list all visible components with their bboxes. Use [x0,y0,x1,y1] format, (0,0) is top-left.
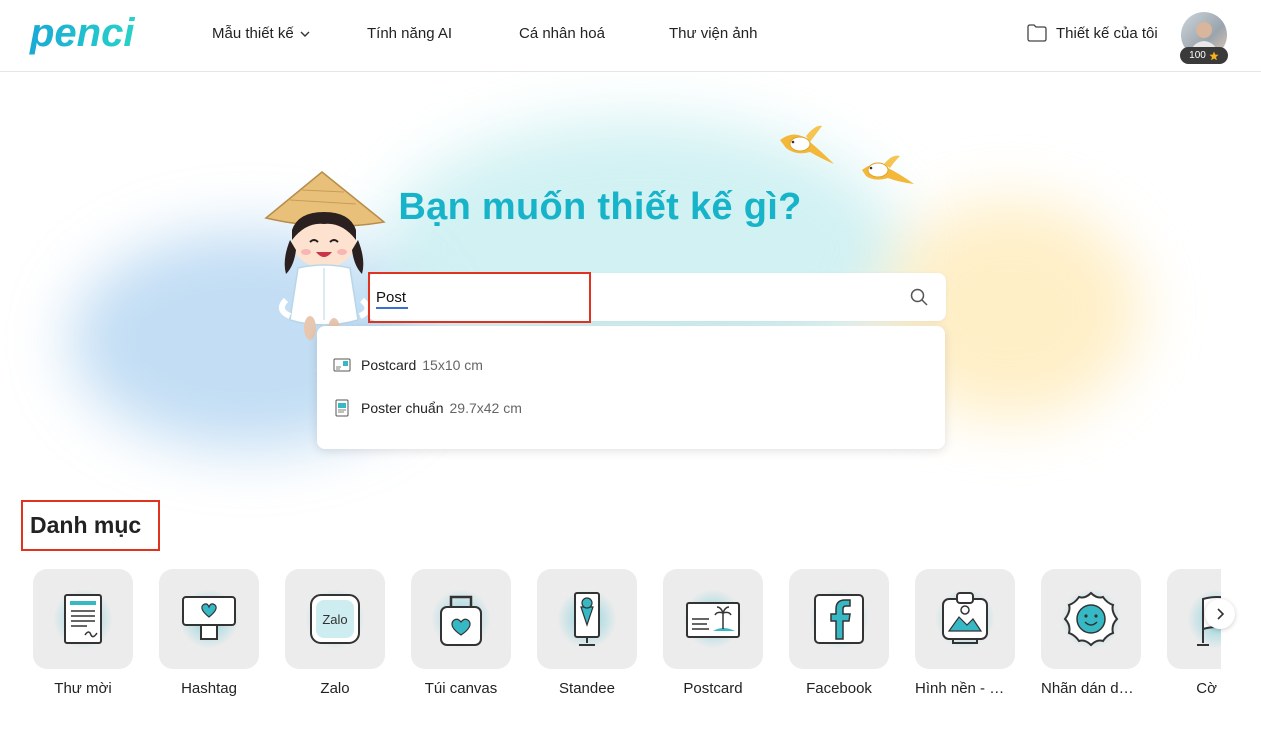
my-designs-label: Thiết kế của tôi [1056,24,1158,42]
facebook-icon [814,594,864,644]
my-designs-link[interactable]: Thiết kế của tôi [1026,23,1158,43]
category-item-postcard[interactable]: Postcard [663,569,763,697]
category-item-invitation[interactable]: Thư mời [33,569,133,697]
category-item-tote-bag[interactable]: Túi canvas [411,569,511,697]
nav-personalize-label: Cá nhân hoá [519,25,605,42]
category-label: Túi canvas [424,680,498,697]
credit-badge[interactable]: 100 [1180,47,1228,64]
category-item-zalo[interactable]: Zalo Zalo [285,569,385,697]
category-label: Facebook [806,680,872,697]
category-label: Hashtag [181,680,237,697]
category-item-sticker[interactable]: Nhãn dán decal [1041,569,1141,697]
nav-personalize[interactable]: Cá nhân hoá [519,25,605,42]
svg-text:Zalo: Zalo [322,612,347,627]
category-item-hashtag[interactable]: Hashtag [159,569,259,697]
nav-photo-library[interactable]: Thư viện ảnh [669,25,757,42]
bird-illustration-1 [780,125,834,164]
postcard-icon [686,602,740,638]
nav-ai-features-label: Tính năng AI [367,25,453,42]
credit-count: 100 [1189,50,1206,61]
search-highlight-box [368,272,591,323]
category-label: Postcard [683,680,743,697]
category-label: Thư mời [54,680,112,697]
suggestion-size: 29.7x42 cm [449,400,522,416]
category-tile [789,569,889,669]
standee-icon [574,592,600,646]
tote-bag-icon [440,595,482,646]
category-highlight-box [21,500,160,551]
carousel-next-button[interactable] [1205,599,1235,629]
category-label: Nhãn dán decal [1041,680,1141,697]
search-suggestions-dropdown: Postcard 15x10 cm Poster chuẩn 29.7x42 c… [317,326,945,449]
category-label: Zalo [320,680,350,697]
category-label: Standee [559,680,615,697]
chevron-right-icon [1217,608,1225,620]
chevron-down-icon [300,31,310,37]
hashtag-icon [182,596,236,640]
star-icon [1209,51,1219,60]
invitation-icon [64,594,102,644]
bird-illustration-2 [862,155,914,184]
category-item-facebook[interactable]: Facebook [789,569,889,697]
suggestion-size: 15x10 cm [422,357,483,373]
category-tile [1041,569,1141,669]
category-tile [663,569,763,669]
poster-icon [335,399,349,417]
category-item-flag[interactable]: Cờ ph [1167,569,1221,697]
top-header: penci Mẫu thiết kế Tính năng AI Cá nhân … [0,0,1261,72]
nav-templates[interactable]: Mẫu thiết kế [212,25,310,42]
penci-logo[interactable]: penci [28,8,152,60]
category-tile [915,569,1015,669]
postcard-icon [333,358,351,372]
suggestion-name: Poster chuẩn [361,400,444,416]
sticker-icon [1063,591,1119,647]
category-tile [159,569,259,669]
svg-text:penci: penci [29,11,135,55]
hero-title: Bạn muốn thiết kế gì? [398,186,802,228]
nav-ai-features[interactable]: Tính năng AI [367,25,452,42]
zalo-icon: Zalo [310,594,360,644]
category-carousel: Thư mời Hashtag Zalo Zalo Túi canvas Sta… [33,569,1221,709]
category-tile [537,569,637,669]
category-item-standee[interactable]: Standee [537,569,637,697]
folder-icon [1027,24,1047,42]
category-item-wallpaper[interactable]: Hình nền - W... [915,569,1015,697]
nav-templates-label: Mẫu thiết kế [212,25,294,42]
search-icon[interactable] [910,288,928,306]
suggestion-item-poster[interactable]: Poster chuẩn 29.7x42 cm [333,399,522,417]
suggestion-item-postcard[interactable]: Postcard 15x10 cm [333,357,483,373]
suggestion-name: Postcard [361,357,417,373]
nav-photo-library-label: Thư viện ảnh [669,25,758,42]
category-tile [411,569,511,669]
wallpaper-icon [942,592,988,644]
category-label: Hình nền - W... [915,680,1015,697]
category-tile: Zalo [285,569,385,669]
category-tile [33,569,133,669]
category-label: Cờ ph [1196,680,1221,697]
